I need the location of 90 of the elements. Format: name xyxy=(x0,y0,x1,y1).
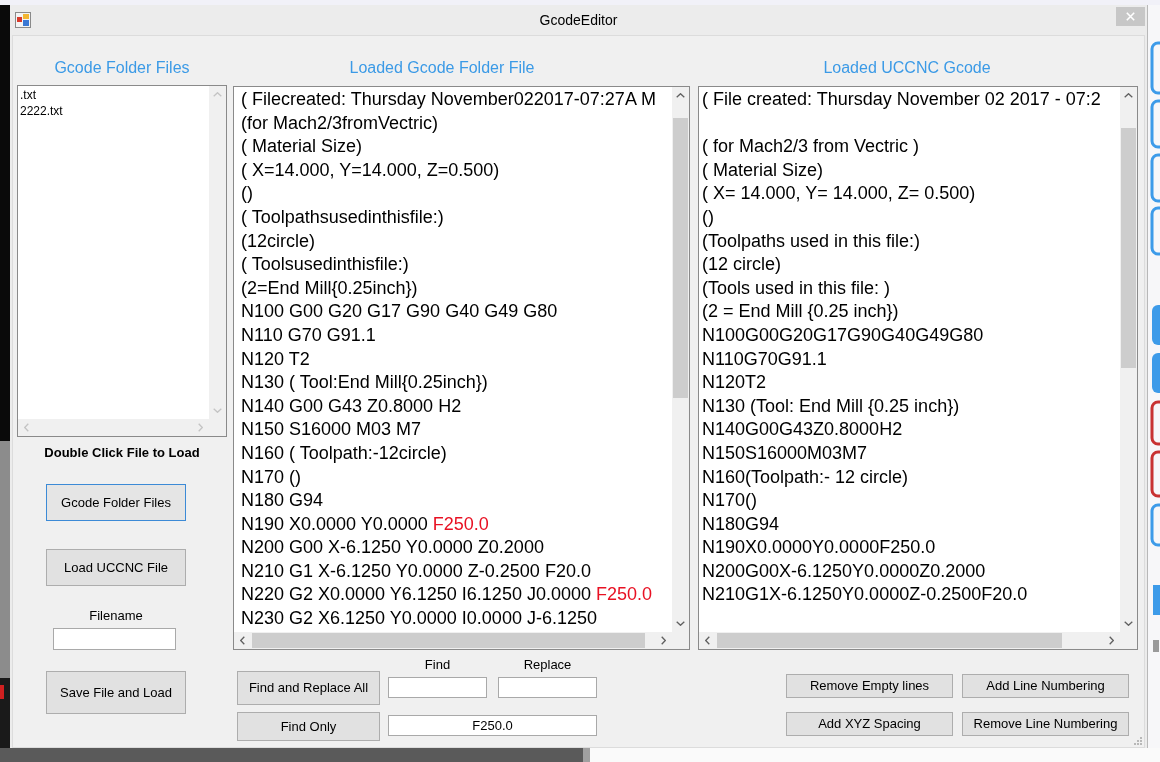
code-line: ( File created: Thursday November 02 2017 - 07:2 xyxy=(702,88,1101,111)
code-line: N220 G2 X0.0000 Y6.1250 I6.1250 J0.0000 F250.0 xyxy=(241,583,652,607)
file-list-item[interactable]: .txt xyxy=(20,87,36,103)
chevron-left-icon[interactable] xyxy=(705,636,710,645)
code-line: N210 G1 X-6.1250 Y0.0000 Z-0.2500 F20.0 xyxy=(241,559,591,583)
code-line: N160 ( Toolpath:-12circle) xyxy=(241,441,447,465)
chevron-right-icon[interactable] xyxy=(1109,636,1114,645)
app-window-icon xyxy=(15,12,31,28)
code-line: N180G94 xyxy=(702,512,780,536)
filename-label: Filename xyxy=(88,608,144,624)
chevron-down-icon[interactable] xyxy=(1124,621,1133,626)
button[interactable]: Save File and Load xyxy=(46,671,186,714)
code-line: ( for Mach2/3 from Vectric ) xyxy=(702,135,920,159)
horizontal-scrollbar[interactable] xyxy=(699,632,1120,649)
code-editor[interactable] xyxy=(698,86,1138,650)
panel-heading: Loaded UCCNC Gcode xyxy=(822,58,992,78)
code-line: ( Material Size) xyxy=(241,135,363,159)
code-line: (2 = End Mill {0.25 inch}) xyxy=(702,300,899,324)
window-title: GcodeEditor xyxy=(539,10,618,30)
code-line: N200G00X-6.1250Y0.0000Z0.2000 xyxy=(702,559,986,583)
code-line: N110 G70 G91.1 xyxy=(241,323,376,347)
code-line: (12 circle) xyxy=(702,253,781,277)
scrollbar-thumb[interactable] xyxy=(673,118,688,398)
code-line: N130 (Tool: End Mill {0.25 inch}) xyxy=(702,394,960,418)
button[interactable]: Remove Empty lines xyxy=(786,674,953,698)
code-editor[interactable] xyxy=(233,86,690,650)
button[interactable]: Find and Replace All xyxy=(237,671,380,705)
button[interactable]: Add Line Numbering xyxy=(962,674,1129,698)
file-list[interactable]: .txt 2222.txt xyxy=(17,85,227,437)
code-line: N140 G00 G43 Z0.8000 H2 xyxy=(241,394,462,418)
code-line: N230 G2 X6.1250 Y0.0000 I0.0000 J-6.1250 xyxy=(241,607,597,631)
find-field[interactable] xyxy=(388,677,487,698)
code-line: N170() xyxy=(702,489,758,513)
button[interactable]: Gcode Folder Files xyxy=(46,484,186,521)
vertical-scrollbar[interactable] xyxy=(1120,87,1137,632)
horizontal-scrollbar[interactable] xyxy=(234,632,672,649)
code-line: (Toolpaths used in this file:) xyxy=(702,229,921,253)
code-line: () xyxy=(241,182,253,206)
resize-grip-icon[interactable] xyxy=(1134,737,1142,745)
code-line: N180 G94 xyxy=(241,489,324,513)
button[interactable]: Remove Line Numbering xyxy=(962,712,1129,736)
code-line: N170 () xyxy=(241,465,302,489)
code-line: N100G00G20G17G90G40G49G80 xyxy=(702,323,984,347)
button[interactable]: Load UCCNC File xyxy=(46,549,186,586)
code-line: ( Filecreated: Thursday November022017-07:27A M xyxy=(241,88,656,111)
hint-label: Double Click File to Load xyxy=(43,445,201,461)
code-line: N130 ( Tool:End Mill{0.25inch}) xyxy=(241,371,488,395)
button[interactable]: Find Only xyxy=(237,712,380,741)
code-line: N140G00G43Z0.8000H2 xyxy=(702,418,903,442)
code-line: ( Toolsusedinthisfile:) xyxy=(241,253,409,277)
chevron-up-icon[interactable] xyxy=(676,93,685,98)
code-line: N150S16000M03M7 xyxy=(702,441,868,465)
filename-field[interactable] xyxy=(53,628,176,650)
code-line: (12circle) xyxy=(241,229,315,253)
code-line: N120T2 xyxy=(702,371,767,395)
chevron-left-icon[interactable] xyxy=(240,636,245,645)
chevron-down-icon[interactable] xyxy=(676,621,685,626)
panel-heading: Loaded Gcode Folder File xyxy=(348,58,536,78)
code-line: (2=End Mill{0.25inch}) xyxy=(241,276,418,300)
code-line: N120 T2 xyxy=(241,347,310,371)
close-button[interactable] xyxy=(1116,7,1145,26)
code-line: ( Toolpathsusedinthisfile:) xyxy=(241,205,444,229)
code-line: ( Material Size) xyxy=(702,158,824,182)
code-line: N210G1X-6.1250Y0.0000Z-0.2500F20.0 xyxy=(702,583,1028,607)
search-field[interactable]: F250.0 xyxy=(388,715,597,736)
scrollbar-thumb[interactable] xyxy=(1121,128,1136,368)
code-line: N110G70G91.1 xyxy=(702,347,827,371)
file-list-item[interactable]: 2222.txt xyxy=(20,103,63,119)
button[interactable]: Add XYZ Spacing xyxy=(786,712,953,736)
close-icon xyxy=(1126,12,1135,21)
code-line: N160(Toolpath:- 12 circle) xyxy=(702,465,909,489)
vertical-scrollbar[interactable] xyxy=(672,87,689,632)
code-line: N200 G00 X-6.1250 Y0.0000 Z0.2000 xyxy=(241,536,544,560)
replace-field[interactable] xyxy=(498,677,597,698)
code-line: N190X0.0000Y0.0000F250.0 xyxy=(702,536,936,560)
chevron-right-icon[interactable] xyxy=(661,636,666,645)
code-line: N190 X0.0000 Y0.0000 F250.0 xyxy=(241,512,489,536)
code-line: () xyxy=(702,205,714,229)
code-line: N150 S16000 M03 M7 xyxy=(241,418,422,442)
scrollbar-thumb[interactable] xyxy=(252,633,645,648)
code-line: ( X= 14.000, Y= 14.000, Z= 0.500) xyxy=(702,182,976,206)
code-line: N100 G00 G20 G17 G90 G40 G49 G80 xyxy=(241,300,558,324)
chevron-up-icon[interactable] xyxy=(1124,93,1133,98)
replace-label: Replace xyxy=(522,658,573,672)
scrollbar-thumb[interactable] xyxy=(717,633,1062,648)
panel-heading: Gcode Folder Files xyxy=(53,58,191,78)
find-label: Find xyxy=(423,658,452,672)
code-line: (Tools used in this file: ) xyxy=(702,276,891,300)
code-line: (for Mach2/3fromVectric) xyxy=(241,111,439,135)
code-line: ( X=14.000, Y=14.000, Z=0.500) xyxy=(241,158,500,182)
